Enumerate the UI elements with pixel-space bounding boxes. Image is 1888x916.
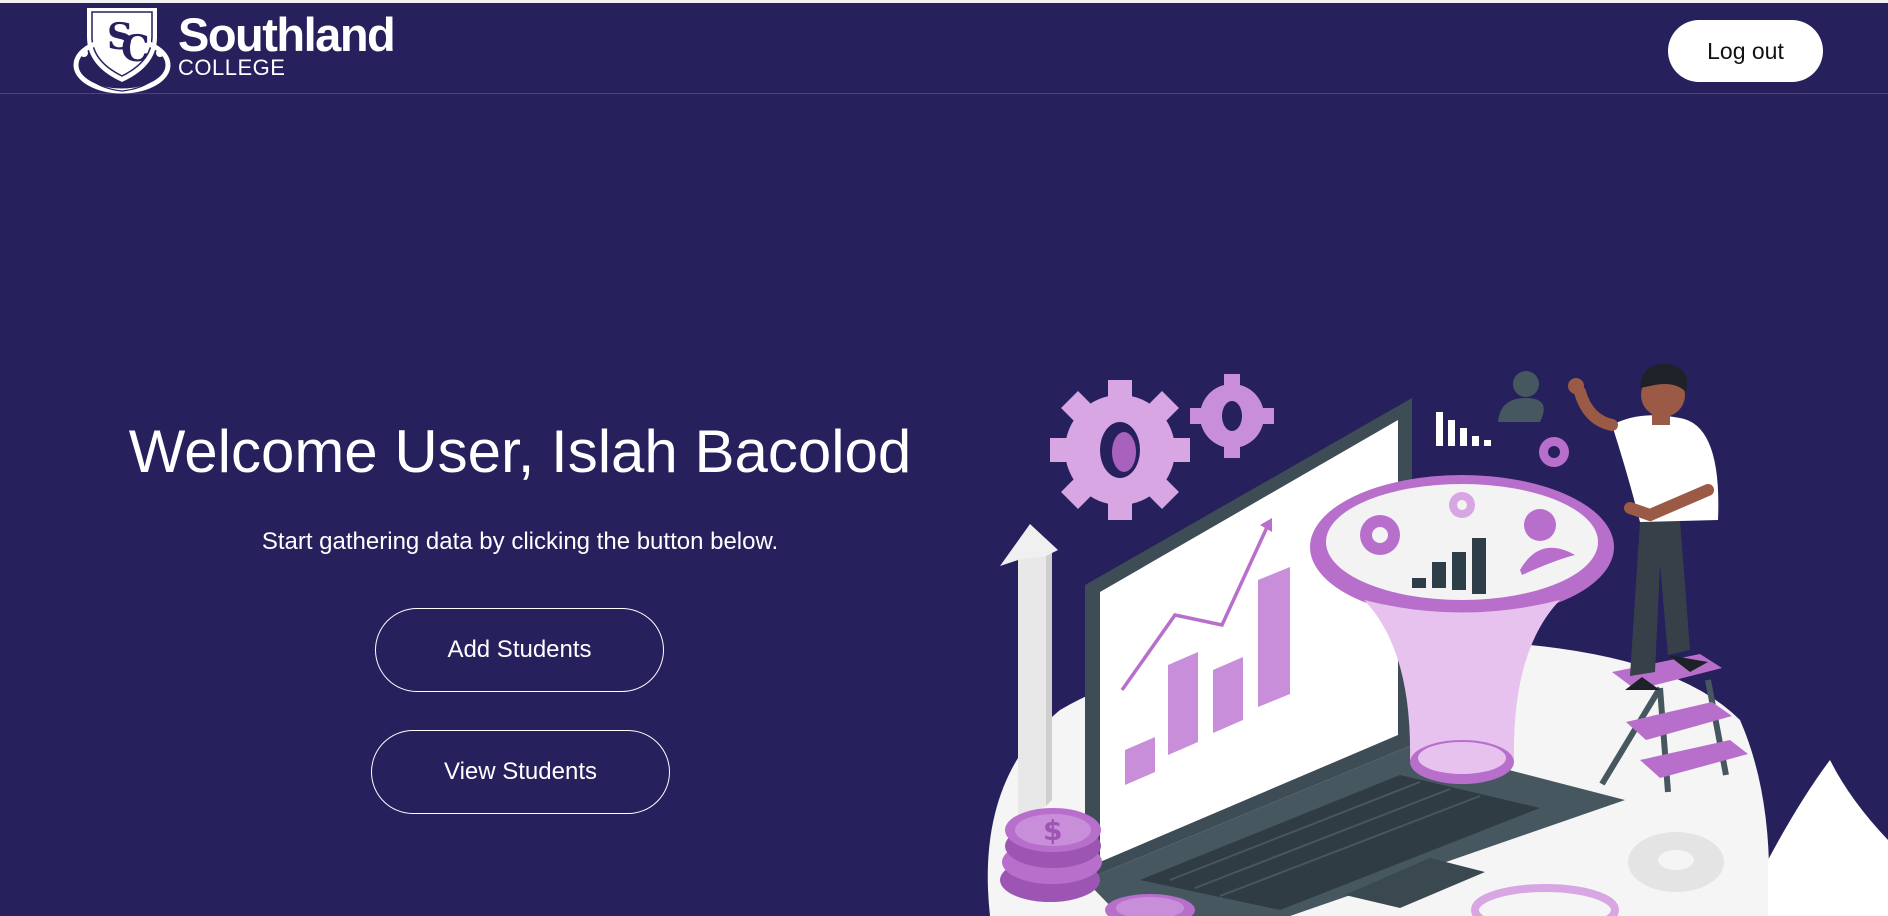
svg-text:$: $ xyxy=(1043,814,1062,847)
gear-icon xyxy=(1050,380,1190,520)
person-icon xyxy=(1498,371,1544,422)
view-students-button[interactable]: View Students xyxy=(371,730,670,814)
welcome-heading: Welcome User, Islah Bacolod xyxy=(128,418,912,485)
hero-section: Welcome User, Islah Bacolod Start gather… xyxy=(0,0,1040,916)
logout-button[interactable]: Log out xyxy=(1668,20,1823,82)
add-students-button[interactable]: Add Students xyxy=(375,608,664,692)
data-analysis-illustration: $ xyxy=(987,363,1888,916)
gear-icon xyxy=(1539,437,1569,467)
mini-bars-icon xyxy=(1436,412,1491,446)
gear-icon xyxy=(1628,832,1724,892)
hero-subtitle: Start gathering data by clicking the but… xyxy=(261,528,779,555)
gear-icon xyxy=(1190,374,1274,458)
